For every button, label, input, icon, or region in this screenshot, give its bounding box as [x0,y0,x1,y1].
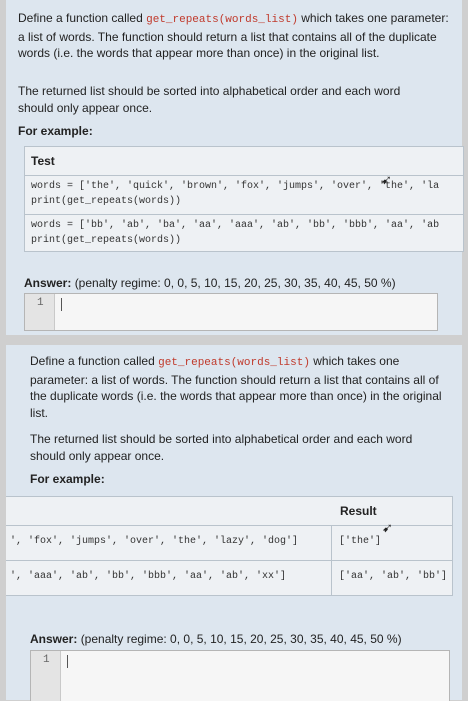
mouse-cursor-icon: ➹ [381,172,392,187]
function-signature: get_repeats(words_list) [158,357,310,369]
answer-label: Answer: [24,276,72,290]
column-divider [331,526,332,560]
test-header-label: Test [31,154,55,168]
result-header-label: Result [340,504,377,518]
text-caret [61,298,62,311]
answer-label: Answer: [30,632,78,646]
example-table-2: Result ', 'fox', 'jumps', 'over', 'the',… [6,496,453,596]
table-row: ', 'fox', 'jumps', 'over', 'the', 'lazy'… [6,520,452,561]
text-caret [67,655,68,668]
line-number: 1 [37,297,44,309]
test-code-line: print(get_repeats(words)) [31,196,182,207]
column-divider [331,561,332,595]
mouse-cursor-icon: ➹ [382,520,393,535]
test-code-line: words = ['the', 'quick', 'brown', 'fox',… [31,181,440,192]
question-1-note: The returned list should be sorted into … [18,84,401,115]
description-text: Define a function called [30,354,159,368]
function-signature: get_repeats(words_list) [146,14,298,26]
question-2-note: The returned list should be sorted into … [30,432,413,463]
test-code-cell: ', 'aaa', 'ab', 'bb', 'bbb', 'aa', 'ab',… [10,571,287,582]
code-editor-2[interactable]: 1 [30,650,450,701]
question-2-description: Define a function called get_repeats(wor… [30,353,452,421]
description-text: Define a function called [18,11,147,25]
test-code-line: print(get_repeats(words)) [31,235,182,246]
penalty-regime: (penalty regime: 0, 0, 5, 10, 15, 20, 25… [74,276,396,290]
test-code-line: words = ['bb', 'ab', 'ba', 'aa', 'aaa', … [31,220,440,231]
answer-line-2: Answer: (penalty regime: 0, 0, 5, 10, 15… [30,632,402,646]
result-cell: ['aa', 'ab', 'bb'] [339,571,448,582]
example-label: For example: [18,124,93,138]
code-editor-1[interactable]: 1 [24,293,438,331]
test-code-cell: ', 'fox', 'jumps', 'over', 'the', 'lazy'… [10,536,299,547]
table-row: words = ['the', 'quick', 'brown', 'fox',… [25,172,463,215]
question-1-description: Define a function called get_repeats(wor… [18,10,450,62]
line-number-gutter: 1 [31,651,61,701]
answer-line-1: Answer: (penalty regime: 0, 0, 5, 10, 15… [24,276,396,290]
line-number: 1 [43,654,50,666]
result-cell: ['the'] [339,536,382,547]
question-panel-1: Define a function called get_repeats(wor… [6,0,464,335]
line-number-gutter: 1 [25,294,55,330]
penalty-regime: (penalty regime: 0, 0, 5, 10, 15, 20, 25… [80,632,402,646]
question-panel-2: Define a function called get_repeats(wor… [6,345,462,701]
test-column-header: Test [25,147,463,176]
table-row: ', 'aaa', 'ab', 'bb', 'bbb', 'aa', 'ab',… [6,561,452,595]
example-label: For example: [30,472,105,486]
table-row: words = ['bb', 'ab', 'ba', 'aa', 'aaa', … [25,215,463,251]
example-table-1: Test words = ['the', 'quick', 'brown', '… [24,146,464,252]
